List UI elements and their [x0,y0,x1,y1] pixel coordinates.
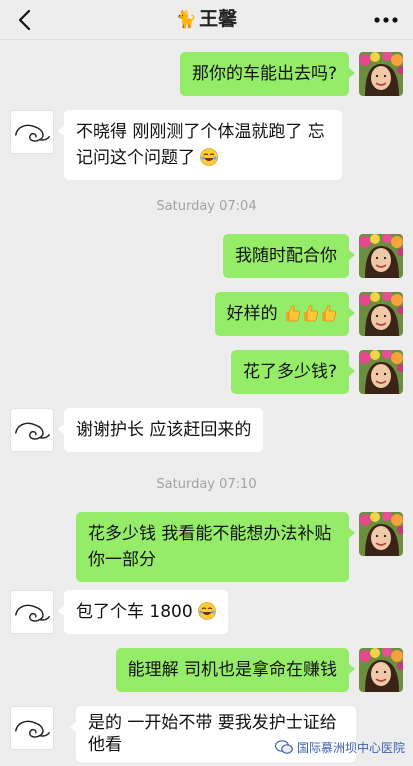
my-avatar[interactable] [359,234,403,278]
message-text: 谢谢护长 应该赶回来的 [76,420,252,440]
watermark: 国际慕洲坝中心医院 [274,737,405,757]
thumbs-up-icon [285,305,301,322]
message-row: 花多少钱 我看能不能想办法补贴你一部分 [0,512,413,582]
my-message-bubble[interactable]: 花多少钱 我看能不能想办法补贴你一部分 [76,512,355,582]
laughing-tears-emoji-icon [198,602,217,620]
message-row: 花了多少钱? [0,350,413,394]
message-row: 能理解 司机也是拿命在赚钱 [0,648,413,692]
thumbs-up-icon [321,305,337,322]
message-text: 花多少钱 我看能不能想办法补贴你一部分 [88,524,332,570]
contact-avatar[interactable] [10,590,54,634]
timestamp: Saturday 07:10 [156,477,257,492]
their-message-bubble[interactable]: 谢谢护长 应该赶回来的 [57,408,264,452]
my-message-bubble[interactable]: 能理解 司机也是拿命在赚钱 [115,648,356,692]
chat-title: 🐈 王馨 [0,6,413,33]
their-message-bubble[interactable]: 包了个车 1800 [57,590,229,634]
my-avatar[interactable] [359,648,403,692]
chat-header: 🐈 王馨 [0,0,413,40]
more-options-icon[interactable] [371,7,401,33]
laughing-tears-emoji-icon [200,148,219,166]
message-row: 我随时配合你 [0,234,413,278]
message-row: 包了个车 1800 [0,590,413,634]
my-avatar[interactable] [359,52,403,96]
wechat-official-account-icon [274,740,293,754]
timestamp: Saturday 07:04 [156,199,257,214]
watermark-text: 国际慕洲坝中心医院 [296,740,405,755]
my-avatar[interactable] [359,350,403,394]
message-row: 谢谢护长 应该赶回来的 [0,408,413,452]
message-text: 包了个车 1800 [76,602,193,622]
title-emoji: 🐈 [175,10,198,30]
my-message-bubble[interactable]: 那你的车能出去吗? [179,52,356,96]
my-message-bubble[interactable]: 我随时配合你 [223,234,355,278]
message-text: 那你的车能出去吗? [191,64,337,84]
thumbs-up-icon [303,305,319,322]
my-avatar[interactable] [359,292,403,336]
message-text: 花了多少钱? [242,362,337,382]
message-row: 不晓得 刚刚测了个体温就跑了 忘记问这个问题了 [0,110,413,180]
contact-name: 王馨 [199,8,238,30]
contact-avatar[interactable] [10,110,54,154]
message-row: 好样的 [0,292,413,336]
message-row: 那你的车能出去吗? [0,52,413,96]
message-text: 能理解 司机也是拿命在赚钱 [127,660,337,680]
contact-avatar[interactable] [10,706,54,750]
message-text: 好样的 [226,304,278,324]
their-message-bubble[interactable]: 不晓得 刚刚测了个体温就跑了 忘记问这个问题了 [58,110,342,180]
my-message-bubble[interactable]: 好样的 [214,292,356,336]
my-message-bubble[interactable]: 花了多少钱? [230,350,356,394]
my-avatar[interactable] [359,512,403,556]
message-text: 我随时配合你 [235,246,337,266]
contact-avatar[interactable] [10,408,54,452]
